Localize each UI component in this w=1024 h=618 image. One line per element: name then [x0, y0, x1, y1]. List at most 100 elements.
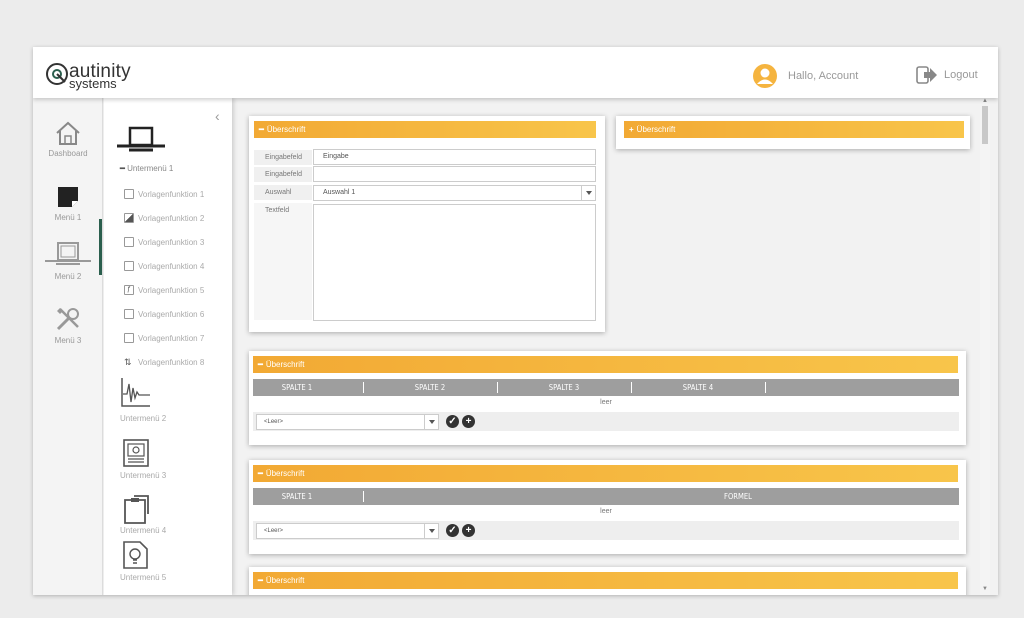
- main-content: ━ Überschrift Eingabefeld Eingabe Eingabe…: [243, 98, 983, 595]
- logout-icon: [916, 66, 937, 84]
- chevron-down-icon[interactable]: [424, 415, 438, 429]
- text-input[interactable]: [313, 166, 596, 182]
- chart-icon: [124, 309, 134, 319]
- submenu-function-1[interactable]: Vorlagenfunktion 1: [124, 189, 204, 199]
- panel-header[interactable]: ━ Überschrift: [253, 572, 958, 589]
- table-header: SPALTE 1 SPALTE 2 SPALTE 3 SPALTE 4: [253, 379, 959, 396]
- lightbulb-doc-icon: [123, 541, 148, 569]
- confirm-button[interactable]: ✓: [446, 524, 459, 537]
- nav-item-menu2[interactable]: Menü 2: [33, 241, 103, 281]
- table-footer: <Leer> ✓ +: [253, 521, 959, 540]
- nav-label: Menü 2: [54, 272, 82, 281]
- add-button[interactable]: +: [462, 524, 475, 537]
- column-separator: [363, 382, 364, 393]
- tools-icon: [56, 308, 79, 331]
- nav-item-dashboard[interactable]: Dashboard: [33, 120, 103, 158]
- logo[interactable]: autinity systems: [45, 61, 145, 91]
- home-icon: [56, 121, 80, 145]
- waveform-icon: [121, 378, 150, 407]
- row-select[interactable]: <Leer>: [256, 414, 439, 430]
- nav-label: Dashboard: [48, 149, 88, 158]
- submenu-function-5[interactable]: ƒ Vorlagenfunktion 5: [124, 285, 204, 295]
- confirm-button[interactable]: ✓: [446, 415, 459, 428]
- table-panel-2: ━ Überschrift SPALTE 1 FORMEL leer <Leer>…: [249, 460, 966, 554]
- header: autinity systems Hallo, Account Logout: [33, 47, 998, 98]
- form-panel: ━ Überschrift Eingabefeld Eingabe Eingabe…: [249, 116, 605, 332]
- formula-icon: ƒ: [124, 285, 134, 295]
- column-header[interactable]: SPALTE 4: [651, 379, 745, 396]
- table-header: SPALTE 1 FORMEL: [253, 488, 959, 505]
- submenu-title[interactable]: ━ Untermenü 1: [120, 164, 173, 173]
- submenu-function-8[interactable]: ⇅ Vorlagenfunktion 8: [124, 357, 204, 367]
- submenu-function-2[interactable]: Vorlagenfunktion 2: [124, 213, 204, 223]
- field-label: Auswahl: [254, 185, 312, 200]
- submenu-function-6[interactable]: Vorlagenfunktion 6: [124, 309, 204, 319]
- panel-header[interactable]: + Überschrift: [624, 121, 964, 138]
- image-icon: [124, 213, 134, 223]
- report-icon: [123, 439, 149, 467]
- field-label: Textfeld: [254, 203, 312, 320]
- submenu-item-2[interactable]: Untermenü 2: [120, 414, 166, 423]
- panel-header[interactable]: ━ Überschrift: [253, 356, 958, 373]
- scroll-down-icon[interactable]: ▼: [982, 586, 988, 592]
- app-window: autinity systems Hallo, Account Logout D…: [33, 47, 998, 595]
- panel-header[interactable]: ━ Überschrift: [254, 121, 596, 138]
- nav-item-menu1[interactable]: Menü 1: [33, 184, 103, 222]
- submenu: ‹ ━ Untermenü 1 Vorlagenfunktion 1 Vorla…: [104, 98, 232, 595]
- column-header[interactable]: FORMEL: [674, 488, 802, 505]
- logout-button[interactable]: Logout: [916, 66, 978, 84]
- greeting: Hallo, Account: [788, 70, 859, 82]
- add-button[interactable]: +: [462, 415, 475, 428]
- logo-icon: [46, 63, 68, 85]
- document-icon: [124, 261, 134, 271]
- column-header[interactable]: SPALTE 1: [260, 379, 335, 396]
- collapsed-panel: + Überschrift: [616, 116, 970, 149]
- textarea[interactable]: [313, 204, 596, 321]
- chevron-down-icon[interactable]: [424, 524, 438, 538]
- column-header[interactable]: SPALTE 2: [383, 379, 477, 396]
- account-menu[interactable]: Hallo, Account: [752, 63, 858, 89]
- text-input[interactable]: Eingabe: [313, 149, 596, 165]
- submenu-item-4[interactable]: Untermenü 4: [120, 526, 166, 535]
- table-panel-1: ━ Überschrift SPALTE 1 SPALTE 2 SPALTE 3 …: [249, 351, 966, 445]
- column-separator: [765, 382, 766, 393]
- avatar-icon: [753, 64, 777, 88]
- picture-icon: [124, 237, 134, 247]
- monitor-icon: [45, 242, 91, 265]
- nav-label: Menü 1: [54, 213, 82, 222]
- column-separator: [363, 491, 364, 502]
- table-panel-3: ━ Überschrift: [249, 567, 966, 595]
- submenu-function-4[interactable]: Vorlagenfunktion 4: [124, 261, 204, 271]
- collapse-chevron-icon[interactable]: ‹: [215, 108, 220, 124]
- logo-subname: systems: [69, 76, 117, 91]
- settings-doc-icon: [124, 333, 134, 343]
- submenu-function-3[interactable]: Vorlagenfunktion 3: [124, 237, 204, 247]
- submenu-function-7[interactable]: Vorlagenfunktion 7: [124, 333, 204, 343]
- nav-label: Menü 3: [54, 336, 82, 345]
- note-icon: [58, 187, 78, 207]
- row-select[interactable]: <Leer>: [256, 523, 439, 539]
- submenu-monitor-icon: [117, 126, 165, 152]
- table-footer: <Leer> ✓ +: [253, 412, 959, 431]
- sliders-icon: ⇅: [124, 357, 132, 367]
- field-label: Eingabefeld: [254, 167, 312, 182]
- nav-item-menu3[interactable]: Menü 3: [33, 305, 103, 345]
- empty-message: leer: [600, 399, 612, 406]
- column-header[interactable]: SPALTE 1: [260, 488, 335, 505]
- column-separator: [631, 382, 632, 393]
- column-separator: [497, 382, 498, 393]
- column-header[interactable]: SPALTE 3: [517, 379, 611, 396]
- submenu-item-3[interactable]: Untermenü 3: [120, 471, 166, 480]
- logout-label: Logout: [944, 69, 978, 81]
- panel-header[interactable]: ━ Überschrift: [253, 465, 958, 482]
- scroll-up-icon[interactable]: ▲: [982, 98, 988, 104]
- select-input[interactable]: Auswahl 1: [313, 185, 596, 201]
- empty-message: leer: [600, 508, 612, 515]
- scroll-thumb[interactable]: [982, 106, 988, 144]
- submenu-item-5[interactable]: Untermenü 5: [120, 573, 166, 582]
- scrollbar[interactable]: ▲ ▼: [980, 98, 990, 595]
- clipboard-icon: [124, 495, 149, 524]
- template-icon: [124, 189, 134, 199]
- chevron-down-icon[interactable]: [581, 186, 595, 200]
- field-label: Eingabefeld: [254, 150, 312, 165]
